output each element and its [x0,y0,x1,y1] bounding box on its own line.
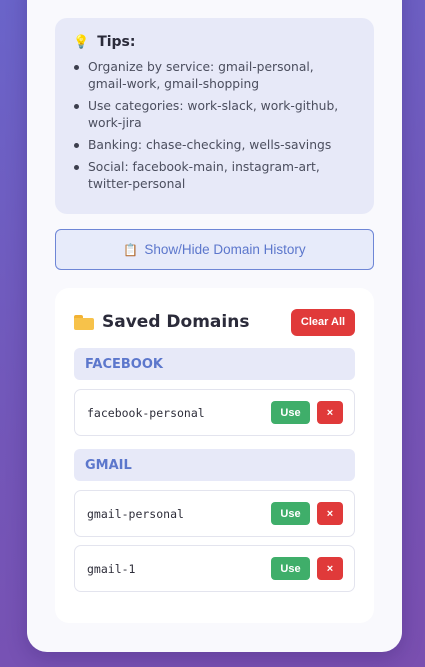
use-button[interactable]: Use [271,502,310,525]
group-header-facebook: FACEBOOK [74,348,355,380]
group-header-gmail: GMAIL [74,449,355,481]
domain-row: facebook-personal Use × [74,389,355,436]
saved-domains-header: Saved Domains Clear All [74,308,355,336]
tips-panel: 💡 Tips: Organize by service: gmail-perso… [55,18,374,214]
domain-actions: Use × [271,502,343,525]
toggle-domain-history-label: Show/Hide Domain History [144,242,306,257]
saved-domains-title-row: Saved Domains [74,312,249,332]
main-card: 💡 Tips: Organize by service: gmail-perso… [27,0,402,652]
domain-row: gmail-1 Use × [74,545,355,592]
toggle-domain-history-button[interactable]: 📋 Show/Hide Domain History [55,229,374,270]
domain-name: gmail-personal [87,506,184,521]
delete-button[interactable]: × [317,401,343,424]
use-button[interactable]: Use [271,557,310,580]
tip-item: Banking: chase-checking, wells-savings [73,137,356,154]
use-button[interactable]: Use [271,401,310,424]
clear-all-button[interactable]: Clear All [291,308,355,336]
delete-button[interactable]: × [317,557,343,580]
domain-actions: Use × [271,401,343,424]
tips-list: Organize by service: gmail-personal, gma… [73,59,356,193]
tip-item: Organize by service: gmail-personal, gma… [73,59,356,93]
tips-title-row: 💡 Tips: [73,34,356,50]
lightbulb-icon: 💡 [73,34,90,50]
tip-item: Social: facebook-main, instagram-art, tw… [73,159,356,193]
saved-domains-title: Saved Domains [102,312,250,332]
domain-name: facebook-personal [87,405,205,420]
delete-button[interactable]: × [317,502,343,525]
domain-row: gmail-personal Use × [74,490,355,537]
clipboard-icon: 📋 [123,242,139,257]
domain-actions: Use × [271,557,343,580]
folder-icon [74,314,94,330]
domain-name: gmail-1 [87,561,136,576]
tips-title: Tips: [97,34,136,50]
saved-domains-panel: Saved Domains Clear All FACEBOOK faceboo… [55,288,374,623]
tip-item: Use categories: work-slack, work-github,… [73,98,356,132]
